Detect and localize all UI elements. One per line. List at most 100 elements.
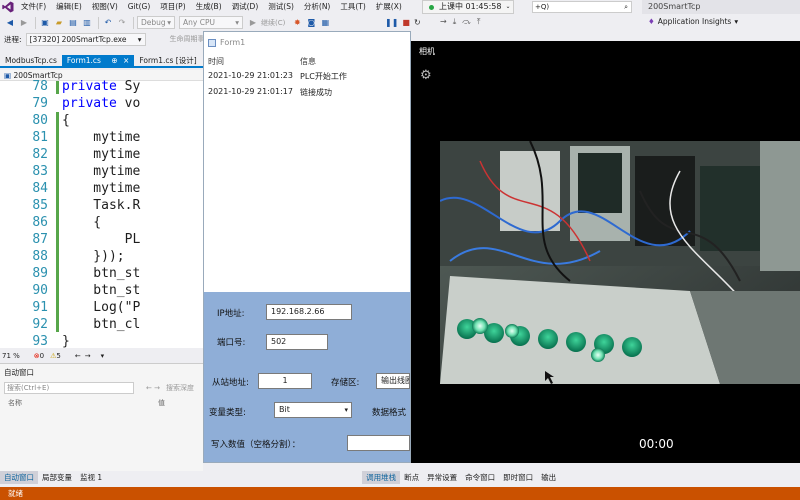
tab-call-stack[interactable]: 调用堆栈 <box>362 471 401 484</box>
platform-dropdown[interactable]: Any CPU ▾ <box>179 16 243 29</box>
open-folder-icon[interactable]: ▰ <box>53 17 65 29</box>
config-dropdown[interactable]: Debug ▾ <box>137 16 175 29</box>
show-next-statement-icon[interactable]: → <box>440 17 447 27</box>
code-line[interactable]: } <box>62 334 70 349</box>
undo-icon[interactable]: ↶ <box>102 17 114 29</box>
menu-extensions[interactable]: 扩展(X) <box>371 0 407 14</box>
code-line[interactable]: btn_st <box>62 266 140 281</box>
forward-icon[interactable]: ▶ <box>18 17 30 29</box>
save-icon[interactable]: ▤ <box>67 17 79 29</box>
app-insights-label: Application Insights <box>657 17 732 26</box>
stop-icon[interactable]: ■ <box>402 18 410 27</box>
recording-indicator[interactable]: 上课中 01:45:58 ⌄ <box>422 0 514 14</box>
port-input[interactable]: 502 <box>266 334 328 350</box>
line-number: 78 <box>32 79 48 94</box>
log-header-time[interactable]: 时间 <box>208 56 224 67</box>
restart-icon[interactable]: ↻ <box>414 18 421 27</box>
zoom-level[interactable]: 71 % <box>2 352 20 360</box>
back-icon[interactable]: ◀ <box>4 17 16 29</box>
menu-project[interactable]: 项目(P) <box>155 0 190 14</box>
storage-value: 输出线圈 <box>381 376 410 385</box>
form1-titlebar[interactable]: Form1 <box>204 32 410 54</box>
error-count[interactable]: 0 <box>40 352 44 360</box>
bottom-tabs: 自动窗口 局部变量 监视 1 调用堆栈 断点 异常设置 命令窗口 即时窗口 输出 <box>0 471 800 484</box>
search-box[interactable]: +Q) ⌕ <box>532 1 632 13</box>
form1-window[interactable]: Form1 时间 信息 2021-10-29 21:01:23 PLC开始工作 … <box>203 31 411 463</box>
menu-file[interactable]: 文件(F) <box>16 0 51 14</box>
layout-icon[interactable]: ▦ <box>319 17 331 29</box>
code-line[interactable]: PL <box>62 232 141 247</box>
step-out-icon[interactable]: ⤒ <box>477 17 481 27</box>
menu-git[interactable]: Git(G) <box>123 0 156 14</box>
vartype-select[interactable]: Bit ▾ <box>274 402 352 418</box>
application-insights[interactable]: ♦ Application Insights ▾ <box>648 17 738 26</box>
code-line[interactable]: btn_st <box>62 283 140 298</box>
nav-back-icon[interactable]: ← <box>75 352 81 360</box>
tab-watch1[interactable]: 监视 1 <box>76 471 106 484</box>
code-line[interactable]: { <box>62 215 101 230</box>
nav-arrows-icon[interactable]: ← → <box>146 384 160 392</box>
pause-icon[interactable]: ❚❚ <box>385 18 398 27</box>
chevron-down-icon: ▾ <box>137 34 142 44</box>
log-header-info[interactable]: 信息 <box>300 56 316 67</box>
search-depth-label[interactable]: 搜索深度 <box>166 383 194 393</box>
line-number: 93 <box>32 334 48 349</box>
menu-tools[interactable]: 工具(T) <box>335 0 370 14</box>
autos-panel: 自动窗口 搜索(Ctrl+E) ← → 搜索深度 名称 值 <box>0 363 203 471</box>
camera-capture-icon[interactable]: ◙ <box>305 17 317 29</box>
process-dropdown[interactable]: [37320] 200SmartTcp.exe ▾ <box>25 32 146 46</box>
tab-command-window[interactable]: 命令窗口 <box>461 471 499 484</box>
menu-view[interactable]: 视图(V) <box>87 0 123 14</box>
continue-label[interactable]: 继续(C) <box>261 18 285 28</box>
code-line[interactable]: mytime <box>62 147 140 162</box>
search-icon: ⌕ <box>624 3 628 11</box>
continue-icon[interactable]: ▶ <box>247 17 259 29</box>
redo-icon[interactable]: ↷ <box>116 17 128 29</box>
slave-input[interactable]: 1 <box>258 373 312 389</box>
code-line[interactable]: btn_cl <box>62 317 140 332</box>
fire-icon[interactable]: ✸ <box>291 17 303 29</box>
code-line[interactable]: })); <box>62 249 124 264</box>
code-line[interactable]: { <box>62 113 70 128</box>
step-into-icon[interactable]: ⤓ <box>453 17 457 27</box>
code-line[interactable]: private Sy <box>62 79 140 94</box>
code-line[interactable]: Log("P <box>62 300 140 315</box>
menu-debug[interactable]: 调试(D) <box>227 0 264 14</box>
tab-exception-settings[interactable]: 异常设置 <box>423 471 461 484</box>
autos-search-input[interactable]: 搜索(Ctrl+E) <box>4 382 134 394</box>
code-line[interactable]: mytime <box>62 181 140 196</box>
close-icon[interactable]: × <box>123 56 129 65</box>
log-list[interactable]: 时间 信息 2021-10-29 21:01:23 PLC开始工作 2021-1… <box>204 54 410 292</box>
tab-form1-cs[interactable]: Form1.cs ⊕ × <box>61 55 135 66</box>
code-line[interactable]: Task.R <box>62 198 140 213</box>
form1-title: Form1 <box>220 38 246 47</box>
tab-breakpoints[interactable]: 断点 <box>400 471 423 484</box>
new-file-icon[interactable]: ▣ <box>39 17 51 29</box>
tab-locals[interactable]: 局部变量 <box>38 471 76 484</box>
pin-icon[interactable]: ⊕ <box>111 56 117 65</box>
tab-immediate-window[interactable]: 即时窗口 <box>499 471 537 484</box>
tab-autos[interactable]: 自动窗口 <box>0 471 38 484</box>
gear-icon[interactable]: ⚙ <box>420 68 432 83</box>
tab-output[interactable]: 输出 <box>537 471 560 484</box>
log-time: 2021-10-29 21:01:17 <box>208 87 293 96</box>
filter-icon[interactable]: ▾ <box>101 352 105 360</box>
ip-input[interactable]: 192.168.2.66 <box>266 304 352 320</box>
save-all-icon[interactable]: ▥ <box>81 17 93 29</box>
tab-modbustcp[interactable]: ModbusTcp.cs <box>0 55 62 66</box>
menu-analyze[interactable]: 分析(N) <box>299 0 335 14</box>
warning-count[interactable]: 5 <box>56 352 60 360</box>
nav-forward-icon[interactable]: → <box>85 352 91 360</box>
camera-window[interactable]: 相机 ⚙ 00:00 <box>411 41 800 463</box>
step-over-icon[interactable]: ⤼ <box>462 17 471 27</box>
tab-form1-design[interactable]: Form1.cs [设计] <box>134 55 201 66</box>
storage-select[interactable]: 输出线圈 <box>376 373 410 389</box>
menu-edit[interactable]: 编辑(E) <box>51 0 87 14</box>
code-line[interactable]: mytime <box>62 130 140 145</box>
write-input[interactable] <box>347 435 410 451</box>
camera-timer: 00:00 <box>639 437 674 451</box>
menu-build[interactable]: 生成(B) <box>191 0 227 14</box>
menu-test[interactable]: 测试(S) <box>263 0 299 14</box>
code-line[interactable]: mytime <box>62 164 140 179</box>
code-line[interactable]: private vo <box>62 96 140 111</box>
